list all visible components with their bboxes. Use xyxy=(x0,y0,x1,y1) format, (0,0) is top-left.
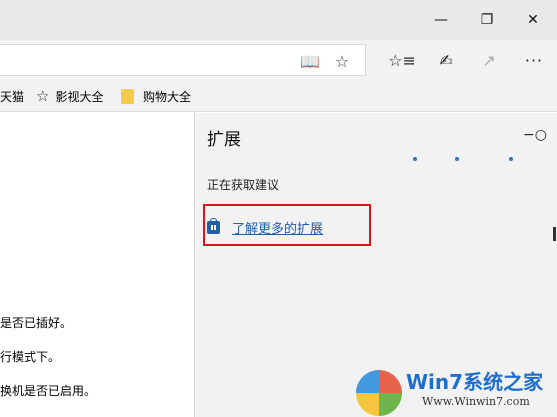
browser-window: — ❐ ✕ 📖 ☆ ☆≡ ✍ ↗ ··· 天猫 ☆ 影视大全 购物大全 是否已插… xyxy=(0,0,557,417)
watermark: Win7系统之家 Www.Winwin7.com xyxy=(356,364,557,417)
favorite-item-tmall[interactable]: 天猫 xyxy=(0,88,24,104)
scrollbar-thumb[interactable] xyxy=(553,227,556,241)
status-text: 正在获取建议 xyxy=(207,178,280,192)
favorites-bar: 天猫 ☆ 影视大全 购物大全 xyxy=(0,80,557,112)
toolbar: 📖 ☆ ☆≡ ✍ ↗ ··· xyxy=(0,40,557,80)
learn-more-extensions-link[interactable]: 了解更多的扩展 xyxy=(207,217,323,237)
favorites-list-icon[interactable]: ☆≡ xyxy=(388,50,416,70)
favorite-label: 影视大全 xyxy=(55,89,104,104)
loading-dot xyxy=(509,157,513,161)
title-bar: — ❐ ✕ xyxy=(0,0,557,40)
reading-view-icon[interactable]: 📖 xyxy=(300,52,320,71)
pin-icon[interactable]: −○ xyxy=(523,127,547,143)
page-text-line: 行模式下。 xyxy=(0,350,61,364)
watermark-url: Www.Winwin7.com xyxy=(422,395,530,408)
pen-icon[interactable]: ✍ xyxy=(434,50,458,70)
page-text-line: 是否已插好。 xyxy=(0,316,73,330)
loading-dot xyxy=(455,157,459,161)
learn-more-label[interactable]: 了解更多的扩展 xyxy=(232,218,323,237)
page-text-line: 换机是否已启用。 xyxy=(0,384,97,398)
restore-icon[interactable]: ❐ xyxy=(464,0,510,40)
close-icon[interactable]: ✕ xyxy=(510,0,556,40)
star-icon[interactable]: ☆ xyxy=(332,52,352,71)
loading-dot xyxy=(413,157,417,161)
store-bag-icon xyxy=(207,217,220,234)
share-icon[interactable]: ↗ xyxy=(477,50,501,70)
page-content: 是否已插好。 行模式下。 换机是否已启用。 xyxy=(0,113,195,417)
favorite-item-video[interactable]: ☆ 影视大全 xyxy=(36,87,104,105)
watermark-brand: Win7系统之家 xyxy=(406,370,544,394)
folder-icon xyxy=(121,88,134,104)
panel-title: 扩展 xyxy=(207,130,241,150)
more-icon[interactable]: ··· xyxy=(522,50,546,70)
windows-logo-icon xyxy=(356,370,402,416)
address-bar[interactable]: 📖 ☆ xyxy=(0,44,366,76)
minimize-icon[interactable]: — xyxy=(418,0,464,40)
favorite-label: 天猫 xyxy=(0,89,25,104)
star-icon: ☆ xyxy=(36,87,50,105)
loading-indicator xyxy=(413,157,513,163)
favorite-label: 购物大全 xyxy=(143,89,192,104)
favorite-folder-shopping[interactable]: 购物大全 xyxy=(121,88,191,104)
